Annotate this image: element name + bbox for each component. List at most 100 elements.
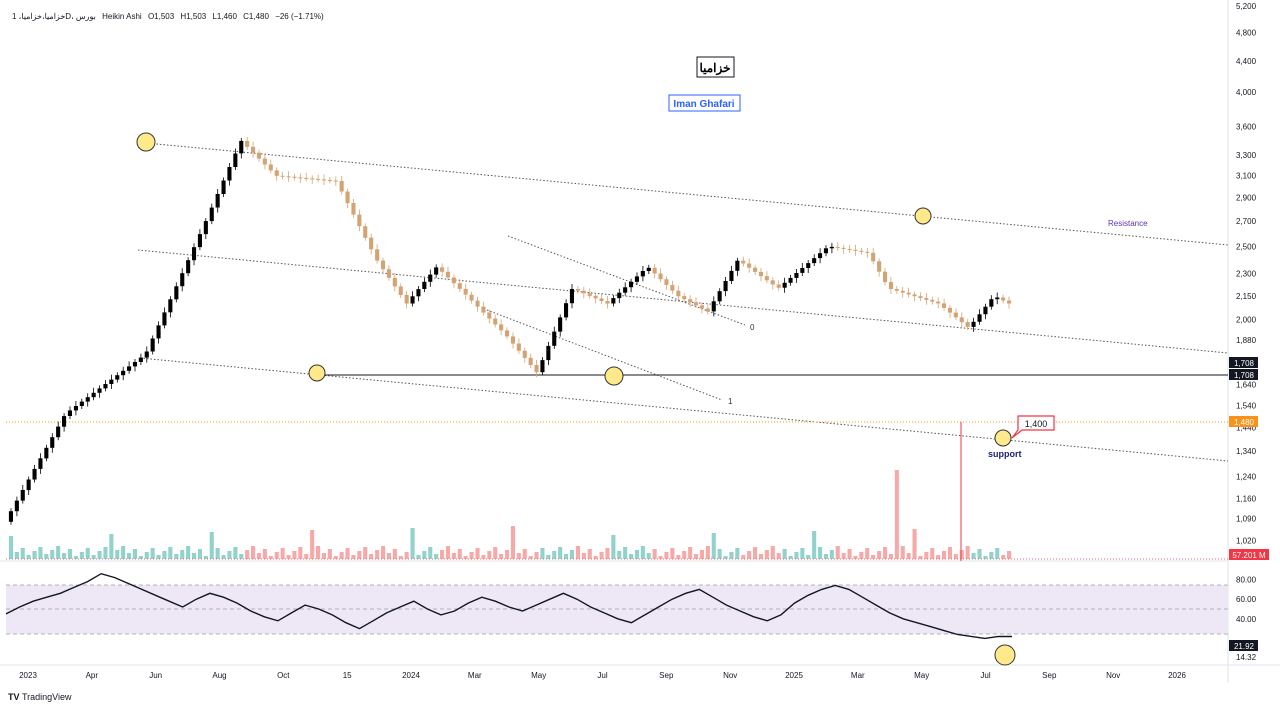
volume-bar <box>416 555 421 559</box>
volume-bar <box>877 551 882 559</box>
volume-bar <box>883 547 888 559</box>
candle-body <box>794 273 799 278</box>
peak-circle[interactable] <box>136 132 156 152</box>
fib-line-0[interactable] <box>507 235 746 326</box>
candle-body <box>829 246 834 249</box>
volume-bar <box>398 556 403 559</box>
volume-bar <box>138 556 143 559</box>
candle-body <box>398 286 403 295</box>
volume-bar <box>375 550 380 559</box>
candle-body <box>634 276 639 282</box>
candle-body <box>676 290 681 297</box>
volume-bar <box>818 547 823 559</box>
candle-body <box>56 426 61 438</box>
volume-bar <box>227 551 232 559</box>
candle-body <box>280 175 285 177</box>
low-circle-1[interactable] <box>308 364 326 382</box>
rsi-tick-2: 40.00 <box>1236 615 1257 624</box>
volume-bar <box>995 548 1000 559</box>
volume-bar <box>428 547 433 559</box>
candle-body <box>546 345 551 361</box>
legend-line: 1 ،خزامیا،خزامیاD، بورس Heikin Ashi O1,5… <box>12 12 324 21</box>
volume-bar <box>256 553 261 559</box>
volume-bar <box>20 548 25 559</box>
volume-bar <box>445 546 450 559</box>
candle-body <box>469 294 474 301</box>
candle-body <box>800 268 805 273</box>
volume-bar <box>534 552 539 559</box>
support-trendline[interactable] <box>139 357 1229 462</box>
volume-bar <box>103 547 108 559</box>
candle-body <box>127 366 132 371</box>
chart-canvas[interactable]: خزامیا Iman Ghafari Resistance support 0… <box>0 0 1280 709</box>
price-tick-13: 1,880 <box>1236 336 1257 345</box>
volume-bar <box>215 548 220 559</box>
candle-body <box>753 267 758 272</box>
candle-body <box>138 357 143 362</box>
fib-line-1[interactable] <box>486 309 723 401</box>
tradingview-brand[interactable]: TradingView <box>22 692 72 702</box>
volume-bar <box>853 556 858 559</box>
candle-body <box>782 282 787 288</box>
candle-body <box>91 392 96 398</box>
candle-body <box>404 294 409 304</box>
candle-body <box>310 178 315 180</box>
volume-bar <box>192 553 197 559</box>
candle-body <box>44 447 49 459</box>
candle-body <box>888 282 893 289</box>
volume-bar <box>8 536 13 559</box>
candle-body <box>186 260 191 274</box>
volume-bar <box>386 553 391 559</box>
volume-bar <box>469 552 474 559</box>
low-circle-2[interactable] <box>604 366 624 386</box>
candle-body <box>298 177 303 179</box>
rsi-circle[interactable] <box>994 644 1016 666</box>
support-circle[interactable] <box>994 429 1012 447</box>
peak-circle-2[interactable] <box>914 207 932 225</box>
candle-body <box>339 181 344 192</box>
candle-body <box>717 291 722 302</box>
candle-body <box>1007 300 1012 304</box>
candle-body <box>859 250 864 252</box>
time-tick-6: 2024 <box>402 671 420 680</box>
candle-body <box>440 267 445 272</box>
volume-bar <box>741 555 746 559</box>
candle-body <box>841 247 846 249</box>
candle-body <box>552 331 557 346</box>
candle-body <box>292 176 297 178</box>
volume-bar <box>268 556 273 559</box>
volume-bar <box>835 546 840 559</box>
volume-bar <box>617 551 622 559</box>
volume-bar <box>203 556 208 559</box>
volume-bar <box>806 555 811 559</box>
volume-bar <box>79 552 84 559</box>
candle-body <box>534 365 539 373</box>
volume-bar <box>475 548 480 559</box>
candle-body <box>422 281 427 289</box>
time-tick-14: May <box>914 671 929 680</box>
volume-bar <box>321 553 326 559</box>
volume-bar <box>487 551 492 559</box>
volume-bar <box>540 548 545 559</box>
candle-body <box>853 249 858 251</box>
resistance-trendline[interactable] <box>145 142 1229 246</box>
candle-body <box>569 289 574 304</box>
candle-body <box>989 299 994 307</box>
volume-bar <box>959 550 964 559</box>
volume-bar <box>611 535 616 559</box>
volume-bar <box>280 548 285 559</box>
volume-bar <box>924 552 929 559</box>
volume-bar <box>593 556 598 559</box>
volume-bar <box>73 556 78 559</box>
candle-body <box>942 303 947 308</box>
candle-body <box>8 511 13 522</box>
time-tick-15: Jul <box>980 671 990 680</box>
candle-body <box>262 158 267 165</box>
candle-body <box>345 191 350 204</box>
time-tick-7: Mar <box>468 671 482 680</box>
candle-body <box>215 194 220 208</box>
tradingview-logo-icon[interactable]: TV <box>8 692 20 702</box>
volume-bar <box>298 547 303 559</box>
price-tick-18: 1,340 <box>1236 447 1257 456</box>
time-tick-1: Apr <box>86 671 99 680</box>
